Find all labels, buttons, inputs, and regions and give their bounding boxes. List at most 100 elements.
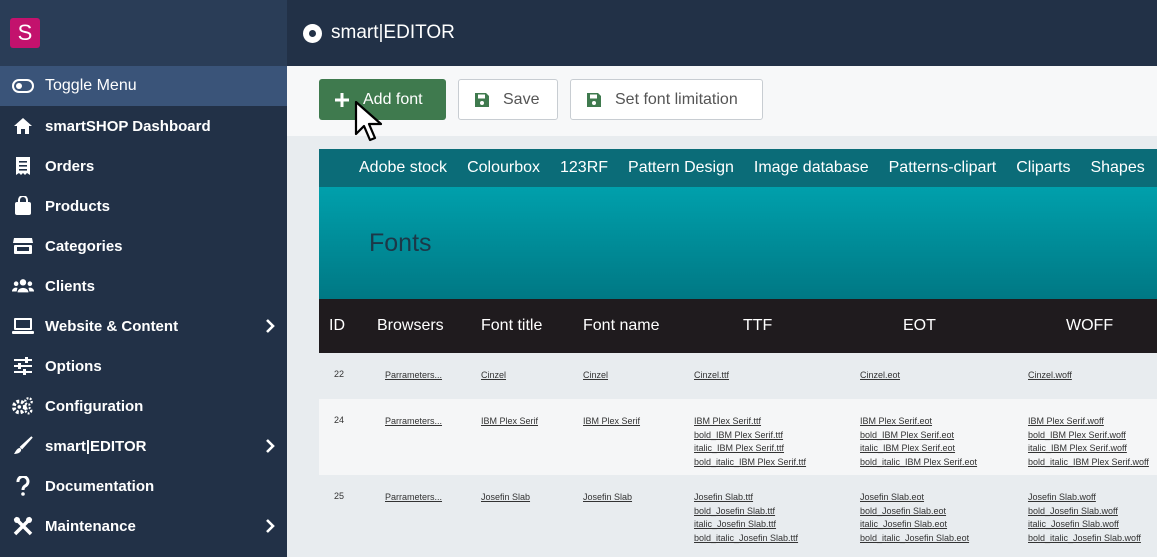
save-label: Save	[503, 90, 540, 108]
toolbar: Add font Save Set font limitation	[287, 66, 1157, 136]
eot-file-link[interactable]: bold_IBM Plex Serif.eot	[860, 429, 1015, 443]
sidebar-item-orders[interactable]: Orders	[0, 146, 287, 186]
eot-file-link[interactable]: bold_italic_IBM Plex Serif.eot	[860, 456, 1015, 470]
cogs-icon	[12, 395, 34, 417]
category-nav-item[interactable]: Patterns-clipart	[889, 159, 997, 177]
woff-file-link[interactable]: Cinzel.woff	[1028, 369, 1157, 383]
app-logo[interactable]: S	[10, 18, 40, 48]
radio-dot-icon	[303, 23, 322, 43]
category-nav-item[interactable]: Shapes	[1090, 159, 1144, 177]
woff-file-link[interactable]: bold_IBM Plex Serif.woff	[1028, 429, 1157, 443]
floppy-disk-icon	[475, 92, 489, 107]
category-nav-item[interactable]: Adobe stock	[359, 159, 447, 177]
eot-file-link[interactable]: bold_italic_Josefin Slab.eot	[860, 532, 1015, 546]
table-row: 25 Parrameters... Josefin Slab Josefin S…	[319, 475, 1157, 555]
font-name-link[interactable]: Josefin Slab	[583, 491, 682, 505]
home-icon	[12, 115, 34, 137]
eot-file-link[interactable]: IBM Plex Serif.eot	[860, 415, 1015, 429]
chevron-right-icon	[265, 518, 275, 538]
laptop-icon	[12, 315, 34, 337]
plus-icon	[335, 92, 349, 107]
fonts-table: ID Browsers Font title Font name TTF EOT…	[319, 299, 1157, 555]
store-icon	[12, 235, 34, 257]
column-header-eot: EOT	[903, 317, 936, 334]
toggle-menu-button[interactable]: Toggle Menu	[0, 66, 287, 106]
font-name-link[interactable]: Cinzel	[583, 369, 682, 383]
fonts-banner: Fonts	[319, 187, 1157, 299]
fonts-panel: Adobe stock Colourbox 123RF Pattern Desi…	[319, 149, 1157, 557]
eot-file-link[interactable]: italic_IBM Plex Serif.eot	[860, 442, 1015, 456]
sidebar-item-options[interactable]: Options	[0, 346, 287, 386]
ttf-file-link[interactable]: bold_italic_Josefin Slab.ttf	[694, 532, 848, 546]
save-button[interactable]: Save	[458, 79, 558, 120]
banner-title: Fonts	[369, 229, 432, 257]
sidebar-item-label: smartSHOP Dashboard	[45, 117, 211, 135]
woff-file-link[interactable]: IBM Plex Serif.woff	[1028, 415, 1157, 429]
floppy-disk-icon	[587, 92, 601, 107]
ttf-file-link[interactable]: IBM Plex Serif.ttf	[694, 415, 848, 429]
question-icon	[12, 475, 34, 497]
category-nav: Adobe stock Colourbox 123RF Pattern Desi…	[319, 149, 1157, 187]
sidebar-item-documentation[interactable]: Documentation	[0, 466, 287, 506]
sidebar-item-label: Categories	[45, 237, 123, 255]
sidebar-item-label: Options	[45, 357, 102, 375]
category-nav-item[interactable]: 123RF	[560, 159, 608, 177]
set-font-limitation-button[interactable]: Set font limitation	[570, 79, 763, 120]
ttf-file-link[interactable]: Cinzel.ttf	[694, 369, 848, 383]
column-header-woff: WOFF	[1066, 317, 1114, 334]
set-font-limitation-label: Set font limitation	[615, 90, 738, 108]
category-nav-item[interactable]: Image database	[754, 159, 869, 177]
sidebar-item-dashboard[interactable]: smartSHOP Dashboard	[0, 106, 287, 146]
category-nav-item[interactable]: Pattern Design	[628, 159, 734, 177]
eot-file-link[interactable]: Josefin Slab.eot	[860, 491, 1015, 505]
sidebar-item-label: Documentation	[45, 477, 155, 495]
table-header-row: ID Browsers Font title Font name TTF EOT…	[319, 299, 1157, 353]
sidebar-item-smart-editor[interactable]: smart|EDITOR	[0, 426, 287, 466]
top-header: smart|EDITOR	[287, 0, 1157, 66]
woff-file-link[interactable]: italic_Josefin Slab.woff	[1028, 518, 1157, 532]
woff-file-link[interactable]: bold_italic_Josefin Slab.woff	[1028, 532, 1157, 546]
column-header-ttf: TTF	[743, 317, 773, 334]
category-nav-item[interactable]: Cliparts	[1016, 159, 1070, 177]
chevron-right-icon	[265, 438, 275, 458]
column-header-font-name: Font name	[583, 317, 660, 334]
font-title-link[interactable]: Cinzel	[481, 369, 571, 383]
users-icon	[12, 275, 34, 297]
eot-file-link[interactable]: Cinzel.eot	[860, 369, 1015, 383]
sidebar-item-website-content[interactable]: Website & Content	[0, 306, 287, 346]
woff-file-link[interactable]: Josefin Slab.woff	[1028, 491, 1157, 505]
eot-file-link[interactable]: bold_Josefin Slab.eot	[860, 505, 1015, 519]
eot-file-link[interactable]: italic_Josefin Slab.eot	[860, 518, 1015, 532]
ttf-file-link[interactable]: Josefin Slab.ttf	[694, 491, 848, 505]
font-name-link[interactable]: IBM Plex Serif	[583, 415, 682, 429]
ttf-file-link[interactable]: bold_IBM Plex Serif.ttf	[694, 429, 848, 443]
ttf-file-link[interactable]: italic_IBM Plex Serif.ttf	[694, 442, 848, 456]
sidebar-item-configuration[interactable]: Configuration	[0, 386, 287, 426]
browsers-link[interactable]: Parrameters...	[385, 491, 469, 505]
sidebar: S Toggle Menu smartSHOP Dashboard Orders…	[0, 0, 287, 557]
font-title-link[interactable]: IBM Plex Serif	[481, 415, 571, 429]
sidebar-item-clients[interactable]: Clients	[0, 266, 287, 306]
category-nav-item[interactable]: Colourbox	[467, 159, 540, 177]
ttf-file-link[interactable]: bold_italic_IBM Plex Serif.ttf	[694, 456, 848, 470]
ttf-file-link[interactable]: italic_Josefin Slab.ttf	[694, 518, 848, 532]
font-title-link[interactable]: Josefin Slab	[481, 491, 571, 505]
ttf-file-link[interactable]: bold_Josefin Slab.ttf	[694, 505, 848, 519]
woff-file-link[interactable]: bold_italic_IBM Plex Serif.woff	[1028, 456, 1157, 470]
sidebar-item-maintenance[interactable]: Maintenance	[0, 506, 287, 546]
cell-id: 25	[334, 491, 345, 501]
woff-file-link[interactable]: italic_IBM Plex Serif.woff	[1028, 442, 1157, 456]
tools-icon	[12, 515, 34, 537]
receipt-icon	[12, 155, 34, 177]
browsers-link[interactable]: Parrameters...	[385, 415, 469, 429]
shopping-bag-icon	[12, 195, 34, 217]
table-row: 22 Parrameters... Cinzel Cinzel Cinzel.t…	[319, 353, 1157, 399]
chevron-right-icon	[265, 318, 275, 338]
column-header-id: ID	[329, 317, 345, 334]
browsers-link[interactable]: Parrameters...	[385, 369, 469, 383]
sidebar-item-label: smart|EDITOR	[45, 437, 147, 455]
sidebar-item-categories[interactable]: Categories	[0, 226, 287, 266]
woff-file-link[interactable]: bold_Josefin Slab.woff	[1028, 505, 1157, 519]
main-content: Add font Save Set font limitation Adobe …	[287, 66, 1157, 557]
sidebar-item-products[interactable]: Products	[0, 186, 287, 226]
